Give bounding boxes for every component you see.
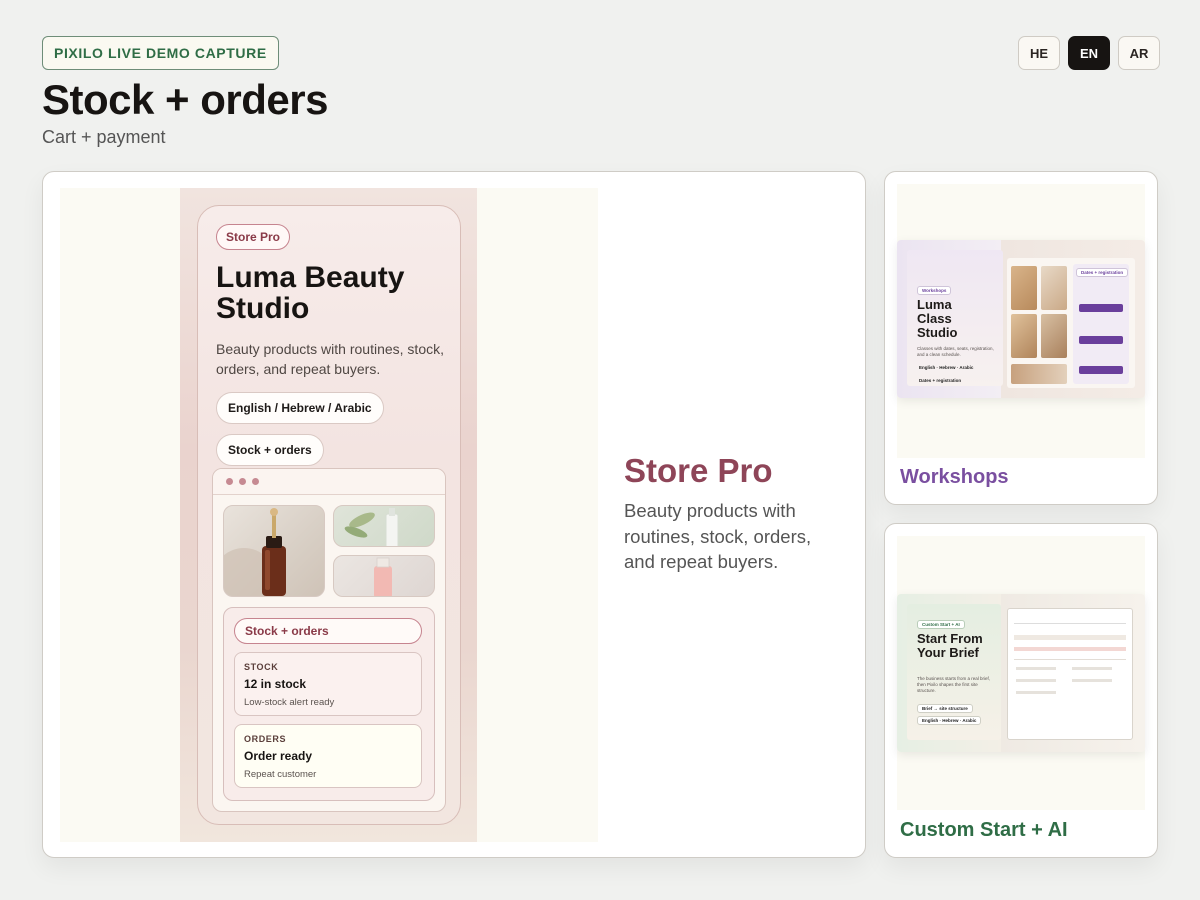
- custom-mini-chip-2: English · Hebrew · Arabic: [917, 716, 982, 725]
- workshops-mini-title: Luma Class Studio: [917, 297, 958, 340]
- form-field: [1016, 691, 1056, 694]
- orders-note: Repeat customer: [244, 769, 317, 780]
- window-dot-icon: [252, 478, 259, 485]
- workshop-photo-1: [1011, 266, 1037, 310]
- form-divider: [1014, 659, 1126, 660]
- feature-chip[interactable]: Stock + orders: [216, 434, 324, 466]
- language-switcher: HE EN AR: [1018, 36, 1160, 70]
- languages-chip[interactable]: English / Hebrew / Arabic: [216, 392, 384, 424]
- register-button[interactable]: [1079, 336, 1123, 344]
- stock-value: 12 in stock: [244, 677, 307, 691]
- custom-mini-title: Start From Your Brief: [917, 631, 983, 660]
- window-titlebar: [213, 469, 445, 495]
- form-field: [1072, 667, 1112, 670]
- workshops-card[interactable]: Workshops Luma Class Studio Classes with…: [884, 171, 1158, 505]
- form-progress: [1014, 647, 1126, 651]
- window-dot-icon: [239, 478, 246, 485]
- workshop-photo-5: [1011, 364, 1067, 384]
- form-field: [1016, 679, 1056, 682]
- stock-orders-pill[interactable]: Stock + orders: [234, 618, 422, 644]
- page-title: Stock + orders: [42, 76, 328, 123]
- custom-start-card[interactable]: Custom Start + AI Start From Your Brief …: [884, 523, 1158, 858]
- workshops-mini-feature: Dates + registration: [919, 378, 962, 383]
- register-button[interactable]: [1079, 304, 1123, 312]
- lang-button-he[interactable]: HE: [1018, 36, 1060, 70]
- window-dot-icon: [226, 478, 233, 485]
- custom-screenshot: Custom Start + AI Start From Your Brief …: [897, 594, 1145, 752]
- pink-bottle-image: [333, 555, 435, 597]
- workshops-mini-desc: Classes with dates, seats, registration,…: [917, 346, 994, 357]
- orders-label: ORDERS: [244, 734, 287, 744]
- workshops-list-panel: Dates + registration: [1007, 258, 1135, 388]
- lang-button-en[interactable]: EN: [1068, 36, 1110, 70]
- page-subtitle: Cart + payment: [42, 127, 166, 147]
- workshops-label[interactable]: Workshops: [900, 466, 1009, 489]
- demo-capture-badge: PIXILO LIVE DEMO CAPTURE: [42, 36, 279, 70]
- stock-note: Low-stock alert ready: [244, 697, 335, 708]
- brief-form-panel: [1007, 608, 1133, 740]
- form-field: [1014, 635, 1126, 640]
- form-divider: [1014, 623, 1126, 624]
- stock-orders-panel: Stock + orders STOCK 12 in stock Low-sto…: [223, 607, 435, 801]
- phone-preview: Store Pro Luma Beauty Studio Beauty prod…: [197, 205, 461, 825]
- register-button[interactable]: [1079, 366, 1123, 374]
- plan-pill: Store Pro: [216, 224, 291, 250]
- custom-start-label[interactable]: Custom Start + AI: [900, 819, 1068, 842]
- main-demo-card[interactable]: Store Pro Luma Beauty Studio Beauty prod…: [42, 171, 866, 858]
- custom-hero-panel: Custom Start + AI Start From Your Brief …: [907, 604, 1001, 740]
- store-title: Luma Beauty Studio: [216, 261, 405, 325]
- custom-mini-chip-1: Brief → site structure: [917, 704, 973, 713]
- custom-preview-area: Custom Start + AI Start From Your Brief …: [897, 536, 1145, 810]
- dates-mini-pill: Dates + registration: [1076, 268, 1129, 277]
- workshops-mini-lang: English · Hebrew · Arabic: [919, 365, 974, 370]
- plan-description: Beauty products with routines, stock, or…: [624, 500, 812, 572]
- stock-card: STOCK 12 in stock Low-stock alert ready: [234, 652, 422, 716]
- leaves-bottle-image: [333, 505, 435, 547]
- lang-button-ar[interactable]: AR: [1118, 36, 1160, 70]
- workshop-dates-list: Dates + registration: [1073, 264, 1129, 384]
- workshop-photo-2: [1041, 266, 1067, 310]
- app-window: Stock + orders STOCK 12 in stock Low-sto…: [212, 468, 446, 812]
- workshops-hero-panel: Workshops Luma Class Studio Classes with…: [907, 250, 1003, 386]
- orders-value: Order ready: [244, 749, 313, 763]
- workshop-photo-4: [1041, 314, 1067, 358]
- serum-bottle-image: [223, 505, 325, 597]
- custom-mini-pill: Custom Start + AI: [917, 620, 965, 629]
- workshops-screenshot: Workshops Luma Class Studio Classes with…: [897, 240, 1145, 398]
- form-field: [1016, 667, 1056, 670]
- workshops-mini-pill: Workshops: [917, 286, 952, 295]
- form-field: [1072, 679, 1112, 682]
- plan-title: Store Pro: [624, 452, 773, 489]
- workshop-photo-3: [1011, 314, 1037, 358]
- store-description: Beauty products with routines, stock, or…: [216, 341, 444, 377]
- orders-card: ORDERS Order ready Repeat customer: [234, 724, 422, 788]
- custom-mini-desc: The business starts from a real brief, t…: [917, 676, 991, 693]
- stock-label: STOCK: [244, 662, 279, 672]
- workshops-preview-area: Workshops Luma Class Studio Classes with…: [897, 184, 1145, 458]
